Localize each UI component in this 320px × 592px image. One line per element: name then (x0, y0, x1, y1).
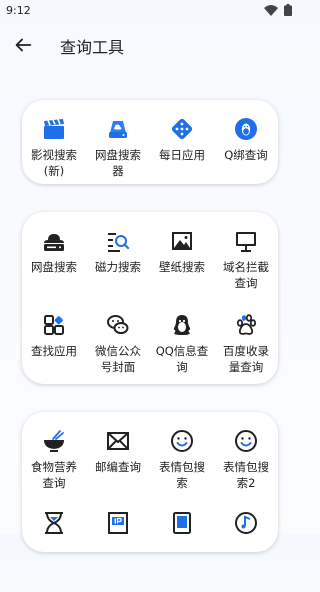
tool-grid: 网盘搜索 磁力搜索 壁纸搜索 域名拦截查询 查找应用 微信公众号封面 QQ信息查… (22, 212, 278, 396)
system-icons (264, 4, 292, 16)
list-search-icon (105, 228, 131, 254)
wechat-icon (105, 312, 131, 338)
tool-label: 域名拦截查询 (223, 260, 269, 290)
tool-label: 表情包搜索2 (223, 460, 269, 490)
status-time: 9:12 (6, 4, 31, 17)
tool-item-find-app[interactable]: 查找应用 (22, 312, 86, 396)
tool-item-food-nutrition[interactable]: 食物营养查询 (22, 428, 86, 510)
tool-label: 百度收录量查询 (223, 344, 269, 374)
tool-grid: 影视搜索(新) 网盘搜索器 每日应用 Q绑查询 (22, 100, 278, 179)
tool-label: 壁纸搜索 (159, 260, 205, 274)
tool-item-domain-block-query[interactable]: 域名拦截查询 (214, 228, 278, 312)
tool-item-netdisk-search[interactable]: 网盘搜索 (22, 228, 86, 312)
tool-item-netdisk-searcher[interactable]: 网盘搜索器 (86, 116, 150, 179)
image-icon (169, 228, 195, 254)
hourglass-icon (41, 510, 67, 536)
status-bar: 9:12 (0, 0, 300, 22)
tool-item-sticker-search[interactable]: 表情包搜索 (150, 428, 214, 510)
tool-card-1: 影视搜索(新) 网盘搜索器 每日应用 Q绑查询 (22, 100, 278, 184)
cloud-server-icon (41, 228, 67, 254)
monitor-icon (233, 228, 259, 254)
qq-icon (169, 312, 195, 338)
page-title: 查询工具 (60, 38, 125, 57)
tool-item-qbind-query[interactable]: Q绑查询 (214, 116, 278, 179)
app-bar: 查询工具 (0, 22, 300, 66)
qq-penguin-icon (233, 116, 259, 142)
smiley-icon (169, 428, 195, 454)
tool-label: Q绑查询 (224, 148, 268, 162)
tool-item-qq-info[interactable]: QQ信息查询 (150, 312, 214, 396)
tool-card-3: 食物营养查询 邮编查询 表情包搜索 表情包搜索2 (22, 412, 278, 552)
tool-label: 表情包搜索 (159, 460, 205, 490)
tool-item-magnet-search[interactable]: 磁力搜索 (86, 228, 150, 312)
tool-grid: 食物营养查询 邮编查询 表情包搜索 表情包搜索2 (22, 412, 278, 592)
tool-label: 邮编查询 (95, 460, 141, 474)
battery-icon (284, 4, 292, 16)
tool-label: 查找应用 (31, 344, 77, 358)
wifi-icon (264, 4, 278, 16)
tool-label: 每日应用 (159, 148, 205, 162)
tool-item-sticker-search-2[interactable]: 表情包搜索2 (214, 428, 278, 510)
tool-item-postcode-query[interactable]: 邮编查询 (86, 428, 150, 510)
bowl-icon (41, 428, 67, 454)
cloud-drive-icon (105, 116, 131, 142)
tool-item-hourglass[interactable] (22, 510, 86, 592)
tool-label: 微信公众号封面 (95, 344, 141, 374)
tablet-icon (169, 510, 195, 536)
tool-item-music[interactable] (214, 510, 278, 592)
tool-item-ip[interactable] (86, 510, 150, 592)
ip-icon (105, 510, 131, 536)
tool-item-wechat-cover[interactable]: 微信公众号封面 (86, 312, 150, 396)
music-disc-icon (233, 510, 259, 536)
paw-icon (233, 312, 259, 338)
tool-label: 影视搜索(新) (31, 148, 77, 178)
apps-grid-icon (41, 312, 67, 338)
clapperboard-icon (41, 116, 67, 142)
tool-item-wallpaper-search[interactable]: 壁纸搜索 (150, 228, 214, 312)
tool-label: 磁力搜索 (95, 260, 141, 274)
tool-item-baidu-index[interactable]: 百度收录量查询 (214, 312, 278, 396)
envelope-icon (105, 428, 131, 454)
back-arrow-icon[interactable] (12, 34, 34, 56)
tool-item-daily-app[interactable]: 每日应用 (150, 116, 214, 179)
tool-item-tablet[interactable] (150, 510, 214, 592)
smiley-icon (233, 428, 259, 454)
tool-label: 网盘搜索器 (95, 148, 141, 178)
tool-card-2: 网盘搜索 磁力搜索 壁纸搜索 域名拦截查询 查找应用 微信公众号封面 QQ信息查… (22, 212, 278, 384)
tool-item-movie-search[interactable]: 影视搜索(新) (22, 116, 86, 179)
tool-label: 食物营养查询 (31, 460, 77, 490)
tool-label: QQ信息查询 (155, 344, 209, 374)
tool-label: 网盘搜索 (31, 260, 77, 274)
dice-icon (169, 116, 195, 142)
